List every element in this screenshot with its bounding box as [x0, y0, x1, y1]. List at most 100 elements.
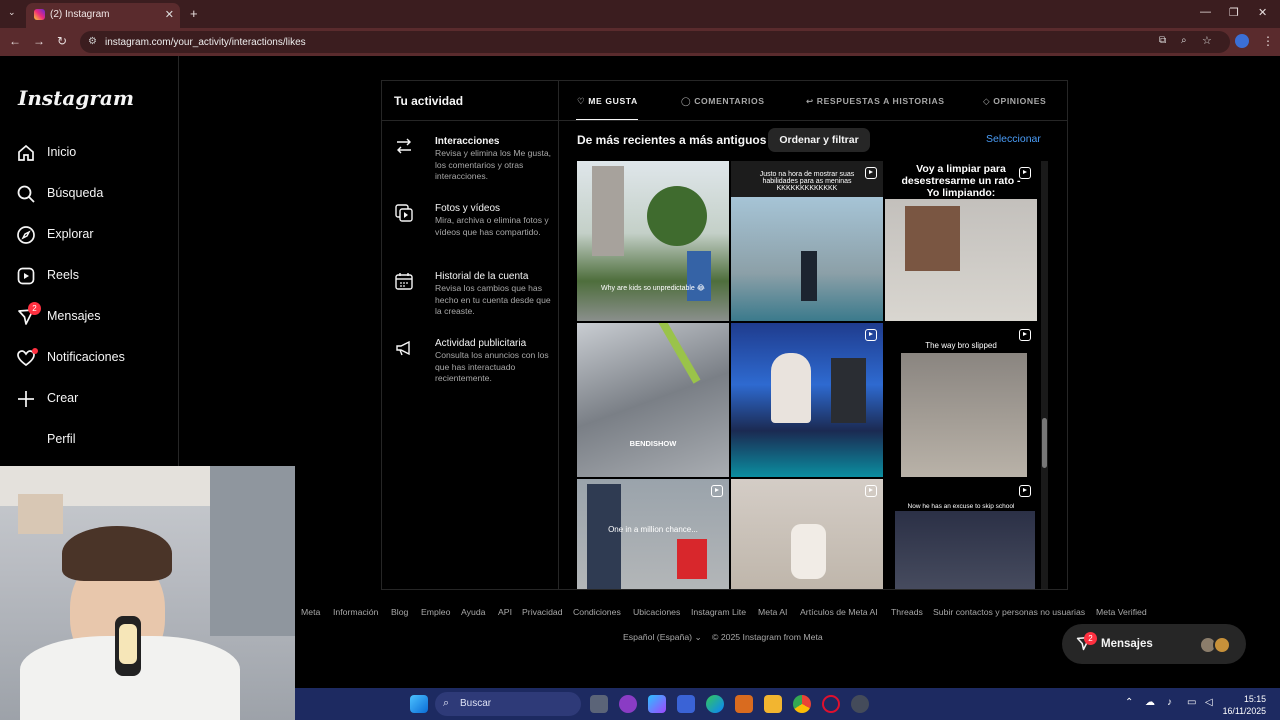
address-bar[interactable]: ⚙ instagram.com/your_activity/interactio… [80, 31, 1230, 53]
liked-post-5[interactable] [731, 323, 883, 477]
instagram-favicon-icon [34, 9, 45, 20]
message-badge: 2 [28, 302, 41, 315]
scrollbar-thumb[interactable] [1042, 418, 1047, 468]
menu-icon[interactable]: ⋮ [1262, 34, 1274, 48]
sidebar-item-notificaciones[interactable]: Notificaciones [16, 346, 166, 370]
sidebar-item-reels[interactable]: Reels [16, 264, 166, 288]
sidebar-item-crear[interactable]: Crear [16, 387, 166, 411]
minimize-icon[interactable]: — [1200, 6, 1211, 18]
file-explorer-icon[interactable] [764, 695, 782, 713]
video-frame-shape [895, 511, 1035, 589]
footer-link[interactable]: Información [333, 607, 378, 617]
post-caption: One in a million chance... [608, 525, 698, 534]
language-selector[interactable]: Español (España) ⌄ [623, 632, 702, 643]
edge-icon[interactable] [706, 695, 724, 713]
sidebar-item-explorar[interactable]: Explorar [16, 223, 166, 247]
liked-post-8[interactable] [731, 479, 883, 589]
messages-pill[interactable]: 2 Mensajes [1062, 624, 1246, 664]
tab-comentarios[interactable]: ◯ COMENTARIOS [681, 96, 765, 107]
liked-post-4[interactable]: BENDISHOW [577, 323, 729, 477]
select-button[interactable]: Seleccionar [986, 133, 1041, 145]
comment-icon: ◯ [681, 96, 695, 106]
footer-link[interactable]: Subir contactos y personas no usuarias [933, 607, 1085, 617]
search-icon [17, 185, 35, 203]
forward-icon[interactable]: → [33, 34, 45, 48]
tab-respuestas-historias[interactable]: ↩ RESPUESTAS A HISTORIAS [806, 96, 945, 107]
install-app-icon[interactable]: ⧉ [1159, 35, 1166, 46]
instagram-logo[interactable]: Instagram [18, 86, 134, 110]
instagram-app-icon[interactable] [619, 695, 637, 713]
liked-post-3[interactable]: Voy a limpiar para desestresarme un rato… [885, 161, 1037, 321]
taskbar-search[interactable]: ⌕ Buscar [435, 692, 581, 716]
reel-icon [1019, 167, 1031, 179]
volume-icon[interactable]: ◁ [1205, 697, 1213, 708]
footer-link[interactable]: API [498, 607, 512, 617]
new-tab-icon[interactable]: + [190, 6, 198, 21]
liked-post-1[interactable]: Why are kids so unpredictable 😂 [577, 161, 729, 321]
zoom-icon[interactable]: ⌕ [1181, 35, 1187, 46]
post-caption: Why are kids so unpredictable 😂 [601, 285, 705, 292]
hair-shape [62, 526, 172, 581]
tab-me-gusta[interactable]: ♡ ME GUSTA [577, 96, 638, 107]
footer-link[interactable]: Privacidad [522, 607, 563, 617]
footer-link[interactable]: Ubicaciones [633, 607, 680, 617]
close-window-icon[interactable]: ✕ [1258, 6, 1267, 19]
plus-icon [18, 391, 34, 407]
reel-icon [1019, 329, 1031, 341]
footer-link[interactable]: Artículos de Meta AI [800, 607, 878, 617]
app-icon[interactable] [851, 695, 869, 713]
sidebar-item-label: Crear [47, 391, 79, 405]
tab-search-icon[interactable]: ⌄ [8, 7, 16, 18]
sidebar-item-inicio[interactable]: Inicio [16, 141, 166, 165]
store-icon[interactable] [677, 695, 695, 713]
liked-post-7[interactable]: One in a million chance... [577, 479, 729, 589]
taskbar-clock[interactable]: 15:15 16/11/2025 [1223, 693, 1266, 717]
tray-chevron-icon[interactable]: ⌃ [1125, 697, 1133, 708]
swing-shape [653, 323, 701, 384]
cloud-icon[interactable]: ☁ [1145, 697, 1155, 708]
footer-link[interactable]: Meta [301, 607, 320, 617]
footer-link[interactable]: Condiciones [573, 607, 621, 617]
chrome-icon[interactable] [793, 695, 811, 713]
liked-post-9[interactable]: Now he has an excuse to skip school [885, 479, 1037, 589]
liked-post-2[interactable]: Justo na hora de mostrar suas habilidade… [731, 161, 883, 321]
grid-scrollbar[interactable] [1041, 161, 1048, 589]
footer-link[interactable]: Meta Verified [1096, 607, 1147, 617]
post-caption: BENDISHOW [629, 439, 677, 448]
liked-post-6[interactable]: The way bro slipped [885, 323, 1037, 477]
sidebar-item-label: Mensajes [47, 309, 101, 323]
bookmark-star-icon[interactable]: ☆ [1202, 34, 1212, 47]
close-tab-icon[interactable]: ✕ [165, 8, 174, 21]
restore-icon[interactable]: ❐ [1229, 6, 1239, 19]
sidebar-item-busqueda[interactable]: Búsqueda [16, 182, 166, 206]
microphone-icon[interactable]: ♪ [1167, 697, 1172, 708]
footer-link[interactable]: Instagram Lite [691, 607, 746, 617]
firefox-icon[interactable] [735, 695, 753, 713]
sidebar-item-label: Búsqueda [47, 186, 104, 200]
copilot-icon[interactable] [648, 695, 666, 713]
task-view-icon[interactable] [590, 695, 608, 713]
footer-link[interactable]: Ayuda [461, 607, 485, 617]
sidebar-item-mensajes[interactable]: 2 Mensajes [16, 302, 166, 329]
site-info-icon[interactable]: ⚙ [88, 36, 97, 47]
profile-avatar[interactable] [1235, 34, 1249, 48]
footer-link[interactable]: Meta AI [758, 607, 787, 617]
tab-opiniones[interactable]: ◇ OPINIONES [983, 96, 1046, 107]
chevron-down-icon: ⌄ [694, 632, 702, 642]
reload-icon[interactable]: ↻ [57, 34, 67, 48]
activity-panel: Tu actividad Interacciones Revisa y elim… [381, 80, 1068, 590]
network-icon[interactable]: ▭ [1187, 697, 1196, 708]
tab-title: (2) Instagram [50, 9, 110, 20]
opera-icon[interactable] [822, 695, 840, 713]
home-icon [18, 144, 34, 161]
sort-filter-button[interactable]: Ordenar y filtrar [768, 128, 870, 152]
sidebar-item-perfil[interactable]: Perfil [16, 428, 166, 452]
footer-link[interactable]: Blog [391, 607, 408, 617]
tree-shape [647, 186, 707, 246]
browser-tab-instagram[interactable]: (2) Instagram ✕ [26, 3, 180, 28]
notification-dot [32, 348, 38, 354]
footer-link[interactable]: Empleo [421, 607, 450, 617]
footer-link[interactable]: Threads [891, 607, 923, 617]
windows-start-icon[interactable] [410, 695, 428, 713]
back-icon[interactable]: ← [9, 34, 21, 48]
